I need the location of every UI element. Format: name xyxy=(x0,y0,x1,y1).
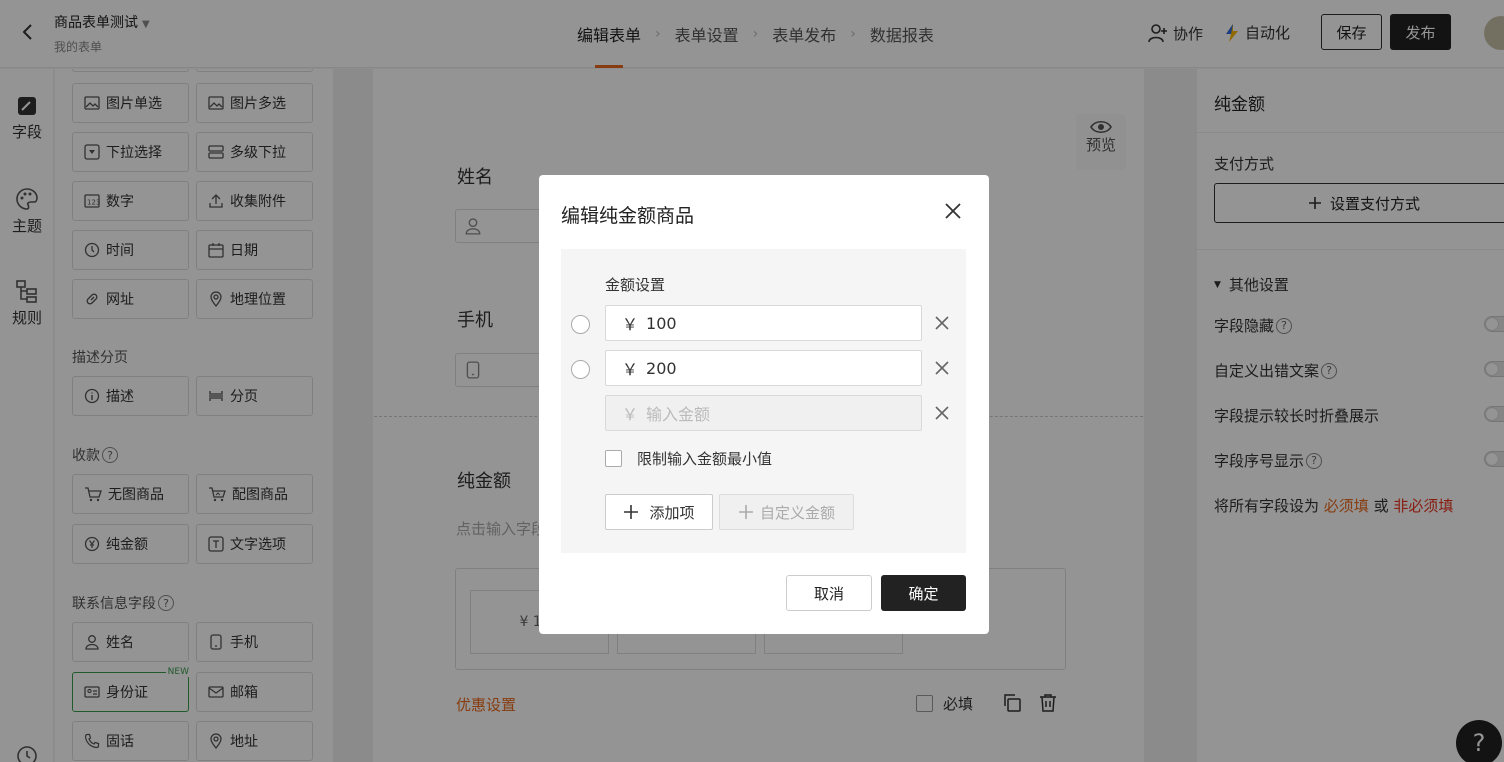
amount-value: 100 xyxy=(646,313,677,333)
amount-settings-panel: 金额设置 ￥ 100 ￥ 200 ￥ 输入金额 限制输入金额最小值 添加项 自定义金额 xyxy=(561,249,966,553)
custom-amount-label: 自定义金额 xyxy=(759,503,835,522)
amount-input-custom[interactable]: ￥ 输入金额 xyxy=(605,395,922,431)
custom-amount-button[interactable]: 自定义金额 xyxy=(719,494,854,530)
add-item-button[interactable]: 添加项 xyxy=(605,494,713,530)
amount-input-2[interactable]: ￥ 200 xyxy=(605,350,922,386)
amount-placeholder: 输入金额 xyxy=(646,405,711,424)
close-icon[interactable] xyxy=(933,404,951,422)
currency-symbol: ￥ xyxy=(622,405,639,424)
plus-icon xyxy=(624,505,639,519)
close-icon[interactable] xyxy=(933,314,951,332)
currency-symbol: ￥ xyxy=(622,315,639,334)
amount-settings-label: 金额设置 xyxy=(605,276,666,294)
cancel-button[interactable]: 取消 xyxy=(786,575,872,611)
dialog-title: 编辑纯金额商品 xyxy=(561,205,695,227)
edit-amount-dialog: 编辑纯金额商品 金额设置 ￥ 100 ￥ 200 ￥ 输入金额 限制输入金额最小值 添… xyxy=(539,175,989,634)
amount-value: 200 xyxy=(646,358,677,378)
limit-min-label: 限制输入金额最小值 xyxy=(637,450,773,468)
confirm-button[interactable]: 确定 xyxy=(881,575,966,611)
limit-min-checkbox[interactable]: 限制输入金额最小值 xyxy=(605,448,772,469)
close-icon[interactable] xyxy=(933,359,951,377)
currency-symbol: ￥ xyxy=(622,360,639,379)
add-item-label: 添加项 xyxy=(649,503,695,522)
amount-input-1[interactable]: ￥ 100 xyxy=(605,305,922,341)
default-radio-1[interactable] xyxy=(571,315,590,334)
default-radio-2[interactable] xyxy=(571,360,590,379)
plus-icon xyxy=(738,505,753,519)
checkbox-box[interactable] xyxy=(605,450,622,467)
close-icon[interactable] xyxy=(941,199,965,223)
